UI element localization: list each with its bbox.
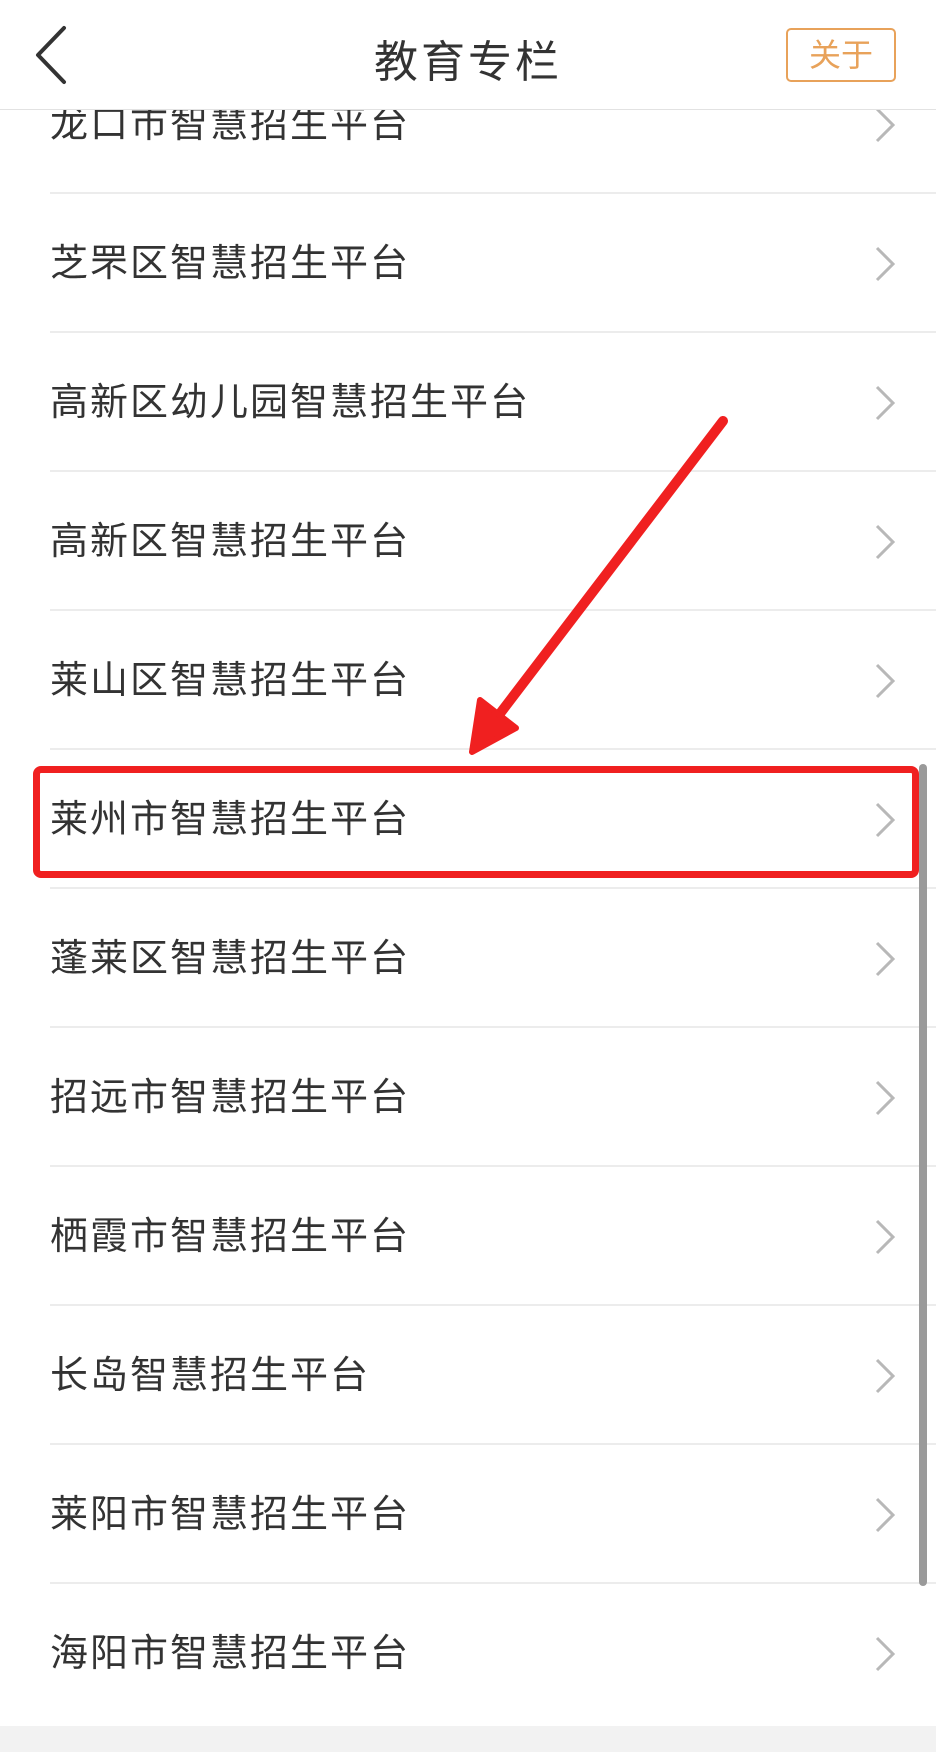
chevron-right-icon <box>875 246 896 282</box>
list-item[interactable]: 莱阳市智慧招生平台 <box>0 1445 936 1584</box>
list-item[interactable]: 招远市智慧招生平台 <box>0 1028 936 1167</box>
list-item[interactable]: 蓬莱区智慧招生平台 <box>0 889 936 1028</box>
chevron-right-icon <box>875 1497 896 1533</box>
chevron-right-icon <box>875 1219 896 1255</box>
list-item-label: 海阳市智慧招生平台 <box>50 1631 411 1675</box>
list-item[interactable]: 海阳市智慧招生平台 <box>0 1584 936 1723</box>
about-button[interactable]: 关于 <box>786 28 896 82</box>
list-item-label: 高新区幼儿园智慧招生平台 <box>50 380 531 424</box>
bottom-bar <box>0 1726 936 1752</box>
list-item-label: 招远市智慧招生平台 <box>50 1075 411 1119</box>
list-item-label: 蓬莱区智慧招生平台 <box>50 936 411 980</box>
chevron-right-icon <box>875 1080 896 1116</box>
chevron-right-icon <box>875 107 896 143</box>
list-item-label: 栖霞市智慧招生平台 <box>50 1214 411 1258</box>
chevron-right-icon <box>875 941 896 977</box>
list-item-label: 长岛智慧招生平台 <box>50 1353 371 1397</box>
chevron-right-icon <box>875 524 896 560</box>
list-item[interactable]: 长岛智慧招生平台 <box>0 1306 936 1445</box>
list-item-label: 莱山区智慧招生平台 <box>50 658 411 702</box>
highlight-box <box>33 766 919 878</box>
chevron-right-icon <box>875 385 896 421</box>
chevron-right-icon <box>875 1636 896 1672</box>
list-item-label: 芝罘区智慧招生平台 <box>50 241 411 285</box>
list-item-label: 莱阳市智慧招生平台 <box>50 1492 411 1536</box>
scrollbar[interactable] <box>919 764 927 1586</box>
list-item[interactable]: 高新区幼儿园智慧招生平台 <box>0 333 936 472</box>
app-header: 教育专栏 关于 <box>0 0 936 110</box>
chevron-right-icon <box>875 1358 896 1394</box>
list-item[interactable]: 芝罘区智慧招生平台 <box>0 194 936 333</box>
list-item[interactable]: 莱山区智慧招生平台 <box>0 611 936 750</box>
list-item[interactable]: 栖霞市智慧招生平台 <box>0 1167 936 1306</box>
chevron-right-icon <box>875 663 896 699</box>
list-item[interactable]: 高新区智慧招生平台 <box>0 472 936 611</box>
list-item-label: 高新区智慧招生平台 <box>50 519 411 563</box>
